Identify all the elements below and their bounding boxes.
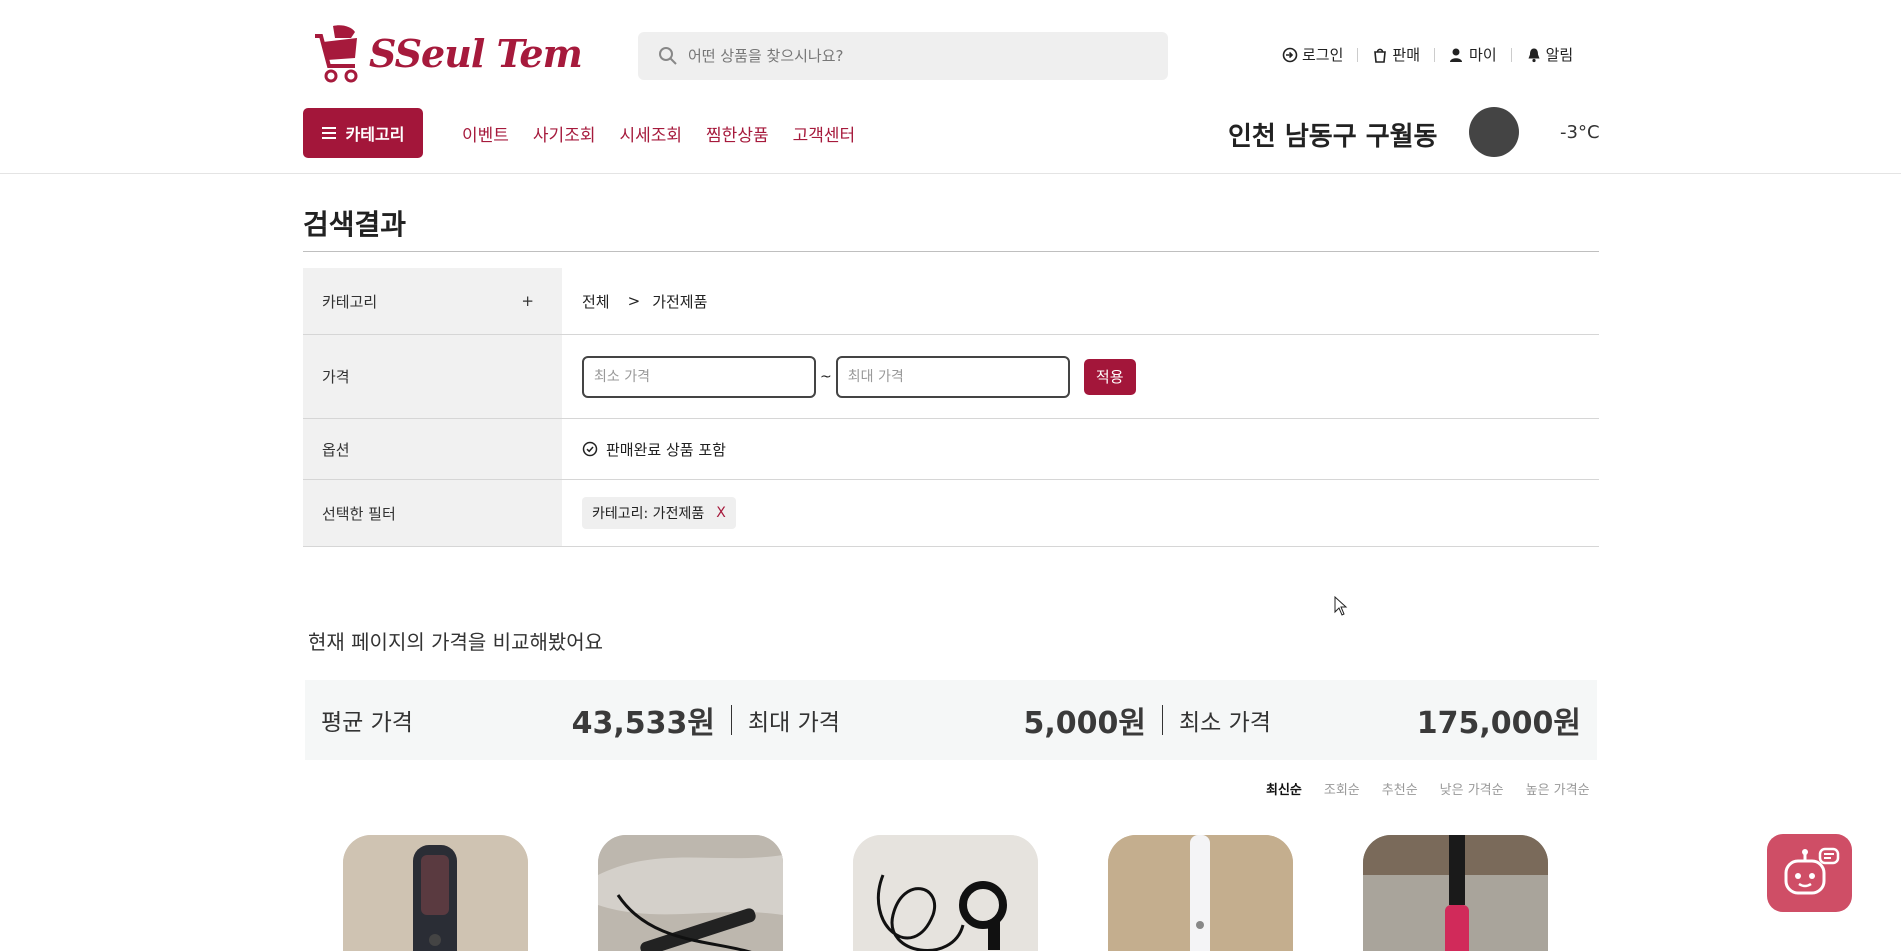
notification-label: 알림 <box>1545 46 1574 64</box>
max-price-block: 최대 가격 5,000원 <box>732 680 1162 760</box>
filter-label-cell: 가격 <box>303 335 562 418</box>
my-link[interactable]: 마이 <box>1449 44 1497 65</box>
nav-event[interactable]: 이벤트 <box>462 121 509 146</box>
login-link[interactable]: 로그인 <box>1282 44 1343 65</box>
category-button-label: 카테고리 <box>345 125 405 144</box>
filter-row-selected: 선택한 필터 카테고리: 가전제품 X <box>303 480 1599 547</box>
bell-icon <box>1528 48 1540 62</box>
logo-text: SSeul Tem <box>369 30 583 76</box>
category-filter-label: 카테고리 <box>322 292 378 311</box>
login-icon <box>1282 47 1298 62</box>
my-label: 마이 <box>1469 46 1497 64</box>
search-bar[interactable] <box>638 32 1168 80</box>
search-input[interactable] <box>688 47 1148 65</box>
nav-wishlist[interactable]: 찜한상품 <box>706 121 769 146</box>
filter-table: 카테고리 + 전체 > 가전제품 가격 ~ 적용 옵션 판매완료 상품 포함 <box>303 268 1599 547</box>
filter-row-price: 가격 ~ 적용 <box>303 335 1599 419</box>
avg-price-value: 43,533원 <box>571 706 715 741</box>
price-filter-label: 가격 <box>322 368 350 386</box>
product-image[interactable] <box>1363 835 1548 951</box>
divider <box>1357 47 1359 62</box>
selected-filter-label: 선택한 필터 <box>322 504 396 523</box>
product-image[interactable] <box>1108 835 1293 951</box>
avg-price-block: 평균 가격 43,533원 <box>305 680 731 760</box>
min-price-input[interactable] <box>582 355 816 398</box>
divider <box>1434 47 1436 62</box>
location-text: 인천 남동구 구월동 <box>1228 122 1438 152</box>
chatbot-icon <box>1784 847 1839 895</box>
temperature: -3°C <box>1560 122 1600 143</box>
user-icon <box>1450 48 1463 62</box>
header: SSeul Tem 로그인 판매 마이 알림 카테고리 <box>0 0 1901 174</box>
title-divider <box>303 251 1599 252</box>
divider <box>1510 47 1512 62</box>
sort-recommended[interactable]: 추천순 <box>1382 779 1418 798</box>
sell-link[interactable]: 판매 <box>1372 44 1420 65</box>
filter-chip: 카테고리: 가전제품 X <box>582 497 736 529</box>
product-grid <box>343 835 1548 951</box>
search-icon <box>659 47 677 65</box>
filter-chip-label: 카테고리: 가전제품 <box>592 506 705 522</box>
range-separator: ~ <box>820 368 832 385</box>
apply-button[interactable]: 적용 <box>1083 358 1136 395</box>
sell-label: 판매 <box>1392 46 1421 64</box>
breadcrumb-current[interactable]: 가전제품 <box>652 291 707 312</box>
chatbot-button[interactable] <box>1767 834 1852 912</box>
filter-value-cell: 판매완료 상품 포함 <box>562 419 1599 479</box>
menu-icon <box>321 127 336 139</box>
nav-fraud-check[interactable]: 사기조회 <box>533 121 596 146</box>
product-image[interactable] <box>343 835 528 951</box>
logo[interactable]: SSeul Tem <box>307 22 583 84</box>
sort-latest[interactable]: 최신순 <box>1266 779 1302 798</box>
category-button[interactable]: 카테고리 <box>303 108 423 158</box>
include-sold-label: 판매완료 상품 포함 <box>606 440 726 459</box>
filter-row-option: 옵션 판매완료 상품 포함 <box>303 419 1599 480</box>
breadcrumb-separator: > <box>627 292 641 310</box>
check-circle-icon <box>582 441 598 457</box>
login-label: 로그인 <box>1302 46 1344 64</box>
cart-logo-icon <box>315 25 358 83</box>
sort-price-high[interactable]: 높은 가격순 <box>1526 779 1590 798</box>
product-image[interactable] <box>598 835 783 951</box>
sort-views[interactable]: 조회순 <box>1324 779 1360 798</box>
include-sold-checkbox[interactable]: 판매완료 상품 포함 <box>582 439 726 460</box>
min-price-block: 최소 가격 175,000원 <box>1163 680 1597 760</box>
filter-label-cell: 카테고리 + <box>303 268 562 334</box>
option-filter-label: 옵션 <box>322 440 350 459</box>
weather-icon <box>1469 107 1519 157</box>
sort-options: 최신순 조회순 추천순 낮은 가격순 높은 가격순 <box>1266 779 1590 798</box>
page-title: 검색결과 <box>303 208 407 241</box>
filter-value-cell: 전체 > 가전제품 <box>562 268 1599 334</box>
notification-link[interactable]: 알림 <box>1526 44 1574 65</box>
price-compare-title: 현재 페이지의 가격을 비교해봤어요 <box>308 630 604 654</box>
max-price-label: 최대 가격 <box>748 710 840 736</box>
max-price-input[interactable] <box>835 355 1070 398</box>
max-price-value: 5,000원 <box>1023 706 1147 741</box>
sort-price-low[interactable]: 낮은 가격순 <box>1440 779 1504 798</box>
filter-row-category: 카테고리 + 전체 > 가전제품 <box>303 268 1599 335</box>
remove-filter-button[interactable]: X <box>716 505 726 521</box>
nav-price-check[interactable]: 시세조회 <box>619 121 682 146</box>
main-nav: 이벤트 사기조회 시세조회 찜한상품 고객센터 <box>462 121 855 146</box>
sell-icon <box>1374 48 1387 63</box>
filter-value-cell: 카테고리: 가전제품 X <box>562 480 1599 546</box>
expand-category-toggle[interactable]: + <box>521 292 534 310</box>
filter-label-cell: 옵션 <box>303 419 562 479</box>
product-image[interactable] <box>853 835 1038 951</box>
filter-label-cell: 선택한 필터 <box>303 480 562 546</box>
min-price-value: 175,000원 <box>1416 706 1581 741</box>
nav-support[interactable]: 고객센터 <box>793 121 856 146</box>
avg-price-label: 평균 가격 <box>321 710 413 736</box>
breadcrumb-all[interactable]: 전체 <box>582 291 610 312</box>
filter-value-cell: ~ 적용 <box>562 335 1599 418</box>
price-compare-box: 평균 가격 43,533원 최대 가격 5,000원 최소 가격 175,000… <box>305 680 1597 760</box>
mouse-cursor-icon <box>1334 596 1348 616</box>
min-price-label: 최소 가격 <box>1179 710 1271 736</box>
user-menu: 로그인 판매 마이 알림 <box>1282 44 1573 65</box>
